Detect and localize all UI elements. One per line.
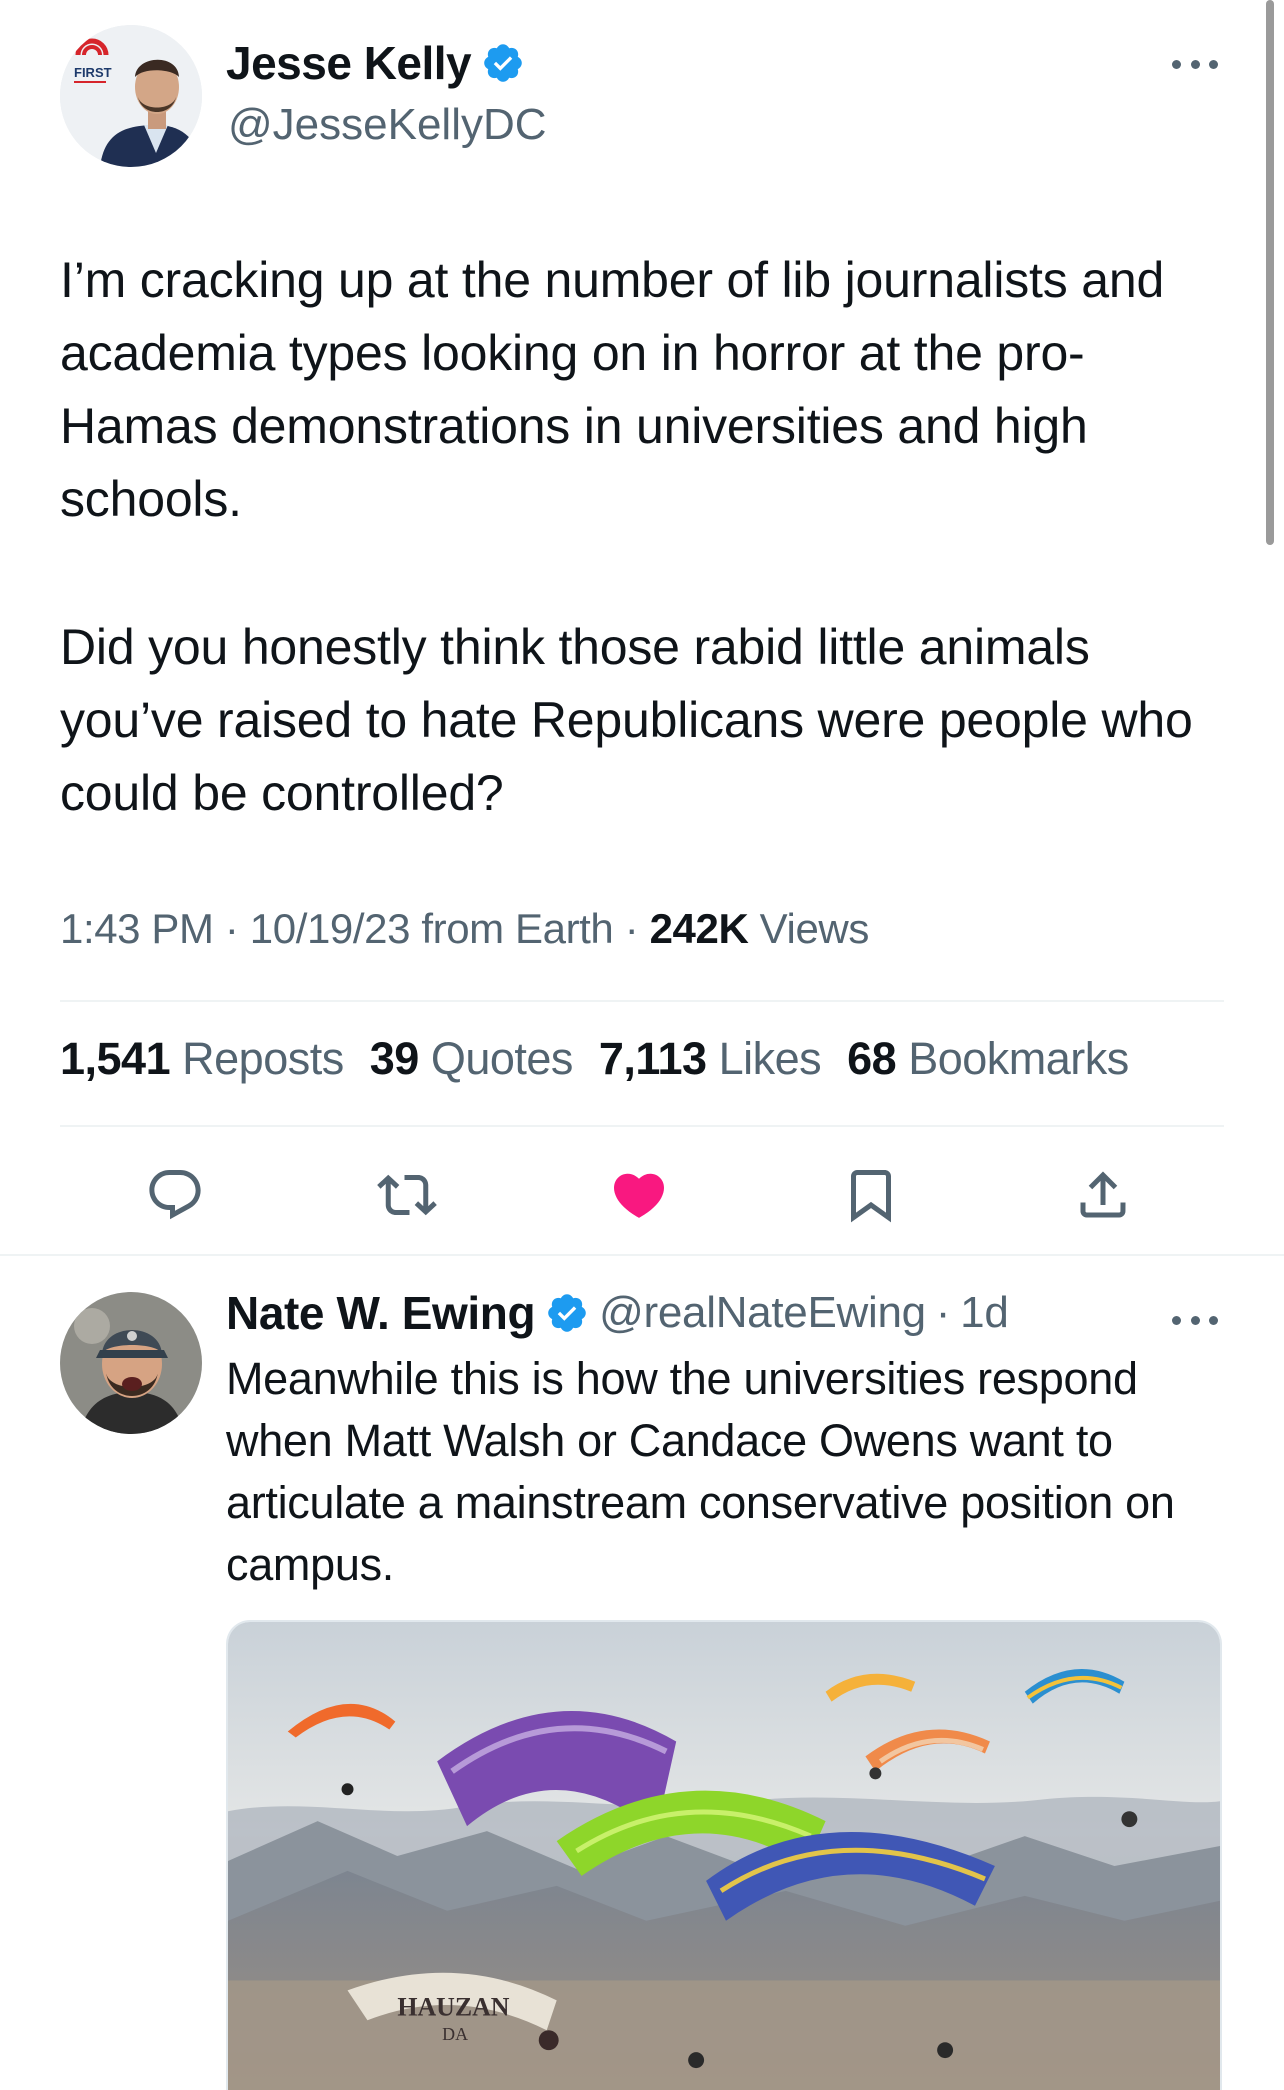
author-handle[interactable]: @JesseKellyDC [228,100,547,150]
divider [60,1125,1224,1127]
likes-stat[interactable]: 7,113 Likes [599,1033,822,1085]
quotes-stat[interactable]: 39 Quotes [370,1033,574,1085]
verified-badge-icon [481,41,525,85]
image-lettering: DA [442,2024,468,2044]
paragliders-image[interactable]: HAUZAN DA [226,1620,1222,2090]
divider [60,1000,1224,1002]
profile-photo-jesse: FIRST [60,25,202,167]
views-label[interactable]: Views [760,905,870,952]
reply-icon[interactable] [140,1160,210,1230]
action-bar [0,1160,1284,1230]
main-tweet: FIRST Jesse Kelly @JesseKellyDC I’m crac… [0,0,1284,1256]
display-name[interactable]: Jesse Kelly [226,36,472,90]
tweet-text-paragraph-2: Did you honestly think those rabid littl… [60,619,1193,821]
repost-icon[interactable] [372,1160,442,1230]
engagement-stats: 1,541 Reposts 39 Quotes 7,113 Likes 68 B… [60,1033,1155,1085]
more-options-icon[interactable] [1172,50,1218,78]
bookmark-icon[interactable] [836,1160,906,1230]
reply-author-row[interactable]: Nate W. Ewing @realNateEwing · 1d [226,1286,1009,1340]
image-lettering: HAUZAN [397,1992,509,2021]
avatar[interactable] [60,1292,202,1434]
reposts-stat[interactable]: 1,541 Reposts [60,1033,344,1085]
display-name[interactable]: Nate W. Ewing [226,1286,536,1340]
tweet-metadata: 1:43 PM · 10/19/23 from Earth · 242K Vie… [60,905,869,953]
reply-text: Meanwhile this is how the universities r… [226,1353,1175,1590]
tweet-date-source: 10/19/23 from Earth [249,905,614,952]
avatar[interactable]: FIRST [60,25,202,167]
author-name-row[interactable]: Jesse Kelly [226,36,525,90]
share-icon[interactable] [1068,1160,1138,1230]
tweet-age[interactable]: 1d [960,1288,1009,1338]
more-options-icon[interactable] [1172,1306,1218,1334]
tweet-text-paragraph-1: I’m cracking up at the number of lib jou… [60,252,1165,527]
separator: · [935,1288,951,1337]
profile-photo-nate [60,1292,202,1434]
author-handle[interactable]: @realNateEwing [599,1288,926,1338]
svg-text:FIRST: FIRST [74,65,112,80]
like-icon-filled[interactable] [604,1160,674,1230]
tweet-time[interactable]: 1:43 PM [60,905,214,952]
views-count[interactable]: 242K [650,905,749,952]
separator: · [224,905,239,952]
verified-badge-icon [545,1291,589,1335]
separator: · [624,905,639,952]
bookmarks-stat[interactable]: 68 Bookmarks [847,1033,1129,1085]
